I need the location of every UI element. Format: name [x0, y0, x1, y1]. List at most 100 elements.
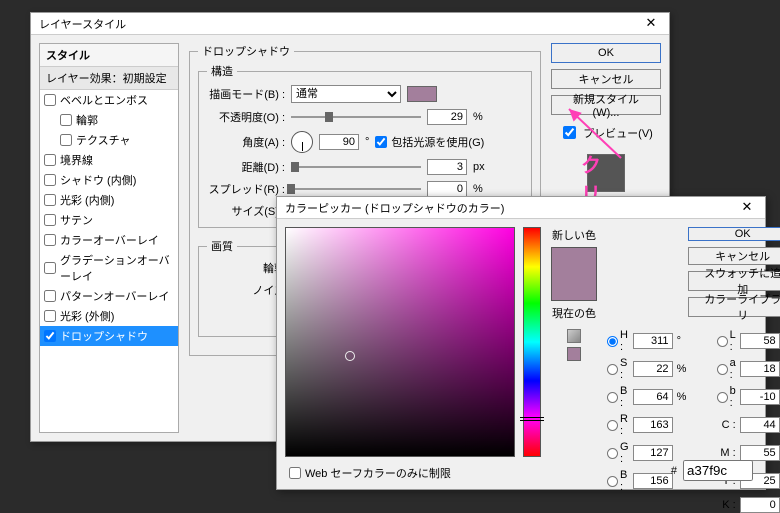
new-style-button[interactable]: 新規スタイル(W)...	[551, 95, 661, 115]
style-item-check[interactable]	[44, 330, 56, 342]
style-item-check[interactable]	[44, 262, 56, 274]
angle-input[interactable]	[319, 134, 359, 150]
websafe-swatch-icon[interactable]	[567, 347, 581, 361]
style-item-check[interactable]	[44, 290, 56, 302]
gamut-warning-icon[interactable]	[567, 329, 581, 343]
a-radio[interactable]	[717, 364, 728, 375]
shadow-color-swatch[interactable]	[407, 86, 437, 102]
angle-dial[interactable]	[291, 131, 313, 153]
web-safe-check[interactable]: Web セーフカラーのみに制限	[289, 465, 451, 481]
l-input[interactable]	[740, 333, 780, 349]
m-input[interactable]	[740, 445, 780, 461]
style-item-check[interactable]	[44, 174, 56, 186]
style-item-1[interactable]: 輪郭	[40, 110, 178, 130]
g-input[interactable]	[633, 445, 673, 461]
style-item-check[interactable]	[44, 234, 56, 246]
h-radio[interactable]	[607, 336, 618, 347]
style-item-11[interactable]: ドロップシャドウ	[40, 326, 178, 346]
b-input[interactable]	[740, 389, 780, 405]
r-radio[interactable]	[607, 420, 618, 431]
hex-input[interactable]	[683, 460, 753, 481]
l-radio[interactable]	[717, 336, 728, 347]
style-item-10[interactable]: 光彩 (外側)	[40, 306, 178, 326]
spread-input[interactable]	[427, 181, 467, 197]
global-light-check[interactable]: 包括光源を使用(G)	[375, 134, 484, 150]
color-picker-titlebar[interactable]: カラーピッカー (ドロップシャドウのカラー) ✕	[277, 197, 765, 219]
style-item-check[interactable]	[60, 114, 72, 126]
cp-ok-button[interactable]: OK	[688, 227, 780, 241]
spread-slider[interactable]	[291, 183, 421, 195]
picker-ring-icon	[345, 351, 355, 361]
blend-mode-select[interactable]: 通常	[291, 85, 401, 103]
color-field[interactable]	[285, 227, 515, 457]
distance-unit: px	[473, 161, 485, 173]
s-input[interactable]	[633, 361, 673, 377]
quality-legend: 画質	[207, 238, 237, 254]
preview-check[interactable]: プレビュー(V)	[551, 123, 661, 142]
current-color-label: 現在の色	[552, 305, 596, 321]
opacity-input[interactable]	[427, 109, 467, 125]
current-color-swatch[interactable]	[552, 274, 596, 300]
drop-shadow-legend: ドロップシャドウ	[198, 43, 294, 59]
style-item-7[interactable]: カラーオーバーレイ	[40, 230, 178, 250]
layer-style-title: レイヤースタイル	[39, 16, 637, 32]
cancel-button[interactable]: キャンセル	[551, 69, 661, 89]
cp-cancel-button[interactable]: キャンセル	[688, 247, 780, 265]
s-radio[interactable]	[607, 364, 618, 375]
c-input[interactable]	[740, 417, 780, 433]
style-item-check[interactable]	[44, 214, 56, 226]
close-icon[interactable]: ✕	[733, 199, 761, 217]
r-input[interactable]	[633, 417, 673, 433]
style-item-label: ドロップシャドウ	[60, 328, 148, 344]
b-radio[interactable]	[717, 392, 728, 403]
k-input[interactable]	[740, 497, 780, 513]
style-item-2[interactable]: テクスチャ	[40, 130, 178, 150]
hue-thumb-icon	[520, 417, 544, 421]
style-item-check[interactable]	[44, 310, 56, 322]
color-library-button[interactable]: カラーライブラリ	[688, 297, 780, 317]
color-preview: 新しい色 現在の色	[551, 227, 597, 481]
style-item-4[interactable]: シャドウ (内側)	[40, 170, 178, 190]
hex-prefix: #	[671, 465, 677, 477]
spread-unit: %	[473, 183, 483, 195]
c-label: C :	[717, 419, 736, 431]
hue-slider[interactable]	[523, 227, 541, 457]
layer-style-titlebar[interactable]: レイヤースタイル ✕	[31, 13, 669, 35]
a-input[interactable]	[740, 361, 780, 377]
style-item-label: パターンオーバーレイ	[60, 288, 169, 304]
style-item-8[interactable]: グラデーションオーバーレイ	[40, 250, 178, 286]
style-item-check[interactable]	[44, 94, 56, 106]
close-icon[interactable]: ✕	[637, 15, 665, 33]
opacity-label: 不透明度(O) :	[207, 109, 285, 125]
h-input[interactable]	[633, 333, 673, 349]
angle-unit: °	[365, 136, 369, 148]
style-item-check[interactable]	[60, 134, 72, 146]
style-item-label: テクスチャ	[76, 132, 131, 148]
color-fields: H : ° L : S : % a : B : % b : R : C : %	[607, 329, 780, 513]
g-radio[interactable]	[607, 448, 618, 459]
new-color-swatch[interactable]	[552, 248, 596, 274]
opacity-slider[interactable]	[291, 111, 421, 123]
bb-input[interactable]	[633, 473, 673, 489]
bb-radio[interactable]	[607, 476, 618, 487]
distance-input[interactable]	[427, 159, 467, 175]
style-item-label: カラーオーバーレイ	[60, 232, 159, 248]
ok-button[interactable]: OK	[551, 43, 661, 63]
angle-label: 角度(A) :	[207, 134, 285, 150]
style-item-3[interactable]: 境界線	[40, 150, 178, 170]
style-item-label: ベベルとエンボス	[60, 92, 148, 108]
distance-slider[interactable]	[291, 161, 421, 173]
style-item-check[interactable]	[44, 154, 56, 166]
styles-subheader[interactable]: レイヤー効果：初期設定	[40, 67, 178, 90]
style-item-9[interactable]: パターンオーバーレイ	[40, 286, 178, 306]
style-item-label: 光彩 (外側)	[60, 308, 114, 324]
add-swatch-button[interactable]: スウォッチに追加	[688, 271, 780, 291]
style-item-0[interactable]: ベベルとエンボス	[40, 90, 178, 110]
bv-radio[interactable]	[607, 392, 618, 403]
style-item-label: サテン	[60, 212, 93, 228]
bv-input[interactable]	[633, 389, 673, 405]
style-item-5[interactable]: 光彩 (内側)	[40, 190, 178, 210]
style-item-6[interactable]: サテン	[40, 210, 178, 230]
k-label: K :	[717, 499, 736, 511]
style-item-check[interactable]	[44, 194, 56, 206]
